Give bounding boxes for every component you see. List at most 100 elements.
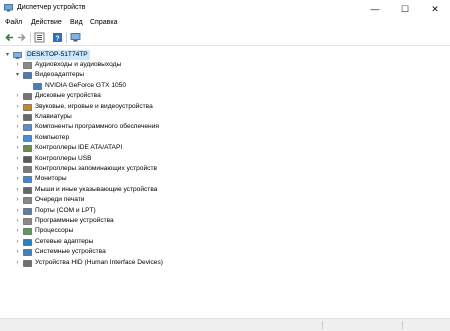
chevron-right-icon[interactable]: › — [14, 122, 21, 132]
chevron-right-icon[interactable]: › — [14, 185, 21, 195]
minimize-button[interactable]: — — [360, 0, 390, 18]
chevron-right-icon[interactable]: › — [14, 174, 21, 184]
tree-category[interactable]: › Устройства HID (Human Interface Devices… — [14, 258, 274, 268]
toolbar-separator — [30, 32, 31, 43]
chevron-down-icon[interactable]: ▾ — [14, 70, 21, 80]
tree-root[interactable]: ▾ DESKTOP-51T74TP — [4, 50, 204, 60]
tree-category[interactable]: › Системные устройства — [14, 247, 274, 257]
tree-category[interactable]: › Клавиатуры — [14, 112, 274, 122]
tree-item-label: Аудиовходы и аудиовыходы — [35, 61, 122, 68]
tree-item-label: Контроллеры IDE ATA/ATAPI — [35, 144, 123, 152]
chevron-right-icon[interactable]: › — [14, 112, 21, 122]
status-separator — [402, 321, 403, 329]
tree-item-label: NVIDIA GeForce GTX 1050 — [45, 81, 126, 89]
tree-category[interactable]: › Звуковые, игровые и видеоустройства — [14, 102, 274, 112]
menu-bar: Файл Действие Вид Справка — [0, 18, 450, 30]
title-bar: Диспетчер устройств — ☐ ✕ — [0, 0, 450, 18]
chevron-right-icon[interactable]: › — [14, 226, 21, 236]
device-tree: ▾ DESKTOP-51T74TP › Аудиовходы и аудиовых… — [0, 46, 450, 318]
chevron-right-icon[interactable]: › — [14, 154, 21, 164]
chevron-right-icon[interactable]: › — [14, 133, 21, 143]
tree-category[interactable]: › Мониторы — [14, 174, 274, 184]
menu-help[interactable]: Справка — [90, 19, 117, 26]
tree-item-label: Компоненты программного обеспечения — [35, 123, 159, 131]
tree-child-item[interactable]: NVIDIA GeForce GTX 1050 — [24, 81, 284, 91]
speaker-icon — [23, 62, 32, 69]
ide-icon — [23, 145, 32, 152]
computer-icon — [23, 135, 32, 142]
chevron-right-icon[interactable]: › — [14, 60, 21, 70]
chevron-right-icon[interactable]: › — [14, 164, 21, 174]
tree-category[interactable]: › Программные устройства — [14, 216, 274, 226]
help-icon[interactable]: ? — [52, 32, 63, 43]
tree-item-label: Звуковые, игровые и видеоустройства — [35, 102, 153, 110]
properties-icon[interactable] — [34, 32, 45, 43]
chevron-right-icon[interactable]: › — [14, 216, 21, 226]
chevron-right-icon[interactable]: › — [14, 206, 21, 216]
status-bar — [0, 318, 450, 331]
chevron-right-icon[interactable]: › — [14, 91, 21, 101]
tree-item-label: Системные устройства — [35, 248, 106, 256]
processor-icon — [23, 228, 32, 236]
port-icon — [23, 207, 32, 215]
close-button[interactable]: ✕ — [420, 0, 450, 18]
tree-category[interactable]: › Контроллеры IDE ATA/ATAPI — [14, 143, 274, 153]
chevron-right-icon[interactable]: › — [14, 237, 21, 247]
tree-category[interactable]: ▾ Видеоадаптеры — [14, 70, 274, 80]
tree-item-label: Очереди печати — [35, 196, 85, 204]
device-manager-icon — [4, 4, 13, 12]
tree-category[interactable]: › Мыши и иные указывающие устройства — [14, 185, 274, 195]
tree-item-label: Клавиатуры — [35, 113, 72, 120]
component-icon — [23, 124, 32, 132]
tree-category[interactable]: › Компоненты программного обеспечения — [14, 122, 274, 132]
chevron-right-icon[interactable]: › — [14, 247, 21, 257]
maximize-button[interactable]: ☐ — [390, 0, 420, 18]
tree-category[interactable]: › Очереди печати — [14, 195, 274, 205]
computer-icon — [13, 52, 22, 59]
tree-item-label: Контроллеры USB — [35, 154, 92, 162]
toolbar-separator — [66, 32, 67, 43]
back-icon[interactable] — [4, 32, 15, 43]
chevron-right-icon[interactable]: › — [14, 102, 21, 112]
tree-category[interactable]: › Компьютер — [14, 133, 274, 143]
tree-item-label: Контроллеры запоминающих устройств — [35, 165, 157, 172]
status-separator — [322, 321, 323, 329]
forward-icon[interactable] — [16, 32, 27, 43]
tree-category[interactable]: › Контроллеры запоминающих устройств — [14, 164, 274, 174]
printer-icon — [23, 197, 32, 204]
tree-category[interactable]: › Сетевые адаптеры — [14, 237, 274, 247]
system-icon — [23, 249, 32, 256]
tree-item-label: Устройства HID (Human Interface Devices) — [35, 258, 163, 266]
toolbar: ? — [0, 30, 450, 46]
tree-category[interactable]: › Процессоры — [14, 226, 274, 236]
chevron-down-icon[interactable]: ▾ — [4, 50, 11, 60]
tree-category[interactable]: › Контроллеры USB — [14, 154, 274, 164]
mouse-icon — [23, 187, 32, 194]
svg-text:?: ? — [55, 35, 59, 42]
tree-category[interactable]: › Аудиовходы и аудиовыходы — [14, 60, 274, 70]
tree-item-label: Порты (COM и LPT) — [35, 206, 96, 214]
monitor-icon — [23, 176, 32, 184]
disk-icon — [23, 93, 32, 100]
tree-item-label: Видеоадаптеры — [35, 71, 85, 79]
monitor-icon[interactable] — [70, 32, 81, 43]
chevron-right-icon[interactable]: › — [14, 143, 21, 153]
display-adapter-icon — [23, 72, 32, 80]
storage-icon — [23, 166, 32, 173]
hid-icon — [23, 259, 32, 267]
chevron-right-icon[interactable]: › — [14, 258, 21, 268]
tree-item-label: Компьютер — [35, 133, 70, 141]
sound-icon — [23, 103, 32, 111]
window-title: Диспетчер устройств — [17, 4, 86, 11]
usb-icon — [23, 155, 32, 163]
menu-file[interactable]: Файл — [5, 19, 22, 26]
tree-item-label: Мониторы — [35, 175, 67, 183]
menu-action[interactable]: Действие — [31, 19, 62, 26]
tree-category[interactable]: › Дисковые устройства — [14, 91, 274, 101]
chevron-right-icon[interactable]: › — [14, 195, 21, 205]
tree-category[interactable]: › Порты (COM и LPT) — [14, 206, 274, 216]
menu-view[interactable]: Вид — [70, 19, 83, 26]
keyboard-icon — [23, 114, 32, 121]
tree-item-label: Дисковые устройства — [35, 92, 101, 100]
tree-item-label: Процессоры — [35, 227, 74, 235]
